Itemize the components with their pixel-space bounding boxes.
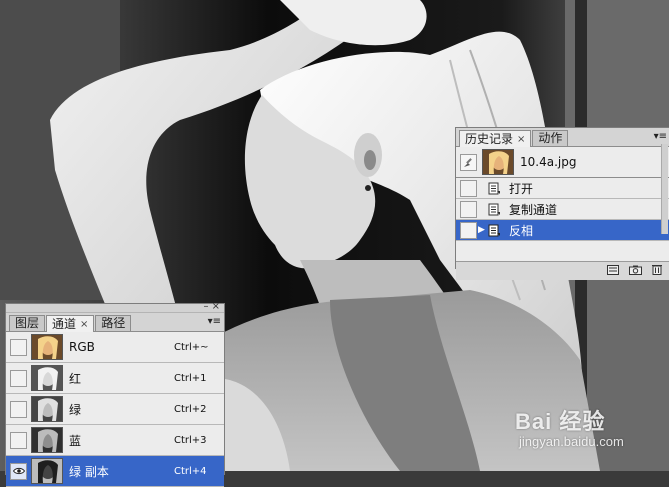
- tab-history[interactable]: 历史记录 ×: [459, 130, 532, 147]
- history-step-label: 反相: [509, 223, 534, 238]
- channel-thumbnail: [31, 334, 63, 360]
- tab-paths-label: 路径: [101, 316, 126, 330]
- panel-collapse-icon[interactable]: – ×: [203, 302, 220, 312]
- channels-tabbar: 图层 通道 × 路径 ▾≡: [6, 313, 224, 332]
- visibility-toggle[interactable]: [10, 462, 27, 480]
- close-icon[interactable]: ×: [517, 132, 525, 147]
- panel-titlebar[interactable]: – ×: [6, 302, 224, 313]
- channel-row-blue[interactable]: 蓝 Ctrl+3: [6, 425, 224, 456]
- channels-panel: – × 图层 通道 × 路径 ▾≡ RGB Ctrl+~ 红 Ctrl+1 绿 …: [5, 302, 225, 487]
- channel-shortcut: Ctrl+4: [174, 465, 207, 477]
- camera-icon[interactable]: [629, 265, 642, 278]
- channel-thumbnail: [31, 396, 63, 422]
- history-step-current[interactable]: ▶ 反相: [456, 220, 669, 241]
- panel-menu-icon[interactable]: ▾≡: [654, 131, 667, 142]
- tab-channels-label: 通道: [52, 316, 77, 331]
- channel-shortcut: Ctrl+~: [174, 341, 209, 353]
- history-brush-icon[interactable]: [460, 153, 477, 171]
- history-state-icon: [487, 223, 501, 237]
- channel-name: RGB: [69, 340, 95, 354]
- history-step[interactable]: 复制通道: [456, 199, 669, 220]
- snapshot-thumbnail: [482, 149, 514, 175]
- history-tabbar: 历史记录 × 动作 ▾≡: [456, 128, 669, 147]
- tab-layers-label: 图层: [15, 316, 40, 330]
- tab-actions-label: 动作: [538, 131, 563, 145]
- channel-thumbnail: [31, 427, 63, 453]
- history-state-icon: [487, 181, 501, 195]
- tab-layers[interactable]: 图层: [9, 315, 46, 331]
- channel-name: 蓝: [69, 433, 82, 448]
- channel-row-red[interactable]: 红 Ctrl+1: [6, 363, 224, 394]
- trash-icon[interactable]: [652, 264, 662, 278]
- tab-paths[interactable]: 路径: [95, 315, 132, 331]
- channel-thumbnail: [31, 365, 63, 391]
- channel-row-green-copy[interactable]: 绿 副本 Ctrl+4: [6, 456, 224, 487]
- channel-shortcut: Ctrl+2: [174, 403, 207, 415]
- history-step-label: 复制通道: [509, 202, 558, 217]
- history-state-icon: [487, 202, 501, 216]
- history-step-label: 打开: [509, 181, 534, 196]
- channel-shortcut: Ctrl+3: [174, 434, 207, 446]
- close-icon[interactable]: ×: [80, 317, 88, 332]
- tab-channels[interactable]: 通道 ×: [46, 315, 95, 332]
- history-step-checkbox[interactable]: [460, 221, 477, 239]
- history-empty-area: [456, 241, 669, 261]
- history-footer: [456, 261, 669, 280]
- eye-icon: [12, 467, 25, 475]
- watermark-logo: Bai 经验: [515, 409, 606, 434]
- channel-name: 红: [69, 371, 82, 386]
- channel-name: 绿: [69, 402, 82, 417]
- watermark-url: jingyan.baidu.com: [519, 434, 624, 449]
- history-step-checkbox[interactable]: [460, 200, 477, 218]
- visibility-toggle[interactable]: [10, 338, 27, 356]
- visibility-toggle[interactable]: [10, 400, 27, 418]
- tab-history-label: 历史记录: [465, 131, 514, 146]
- history-panel: 历史记录 × 动作 ▾≡ 10.4a.jpg 打开 复制通道 ▶ 反相: [455, 127, 669, 280]
- channel-row-green[interactable]: 绿 Ctrl+2: [6, 394, 224, 425]
- snapshot-label: 10.4a.jpg: [520, 155, 577, 169]
- history-step-checkbox[interactable]: [460, 179, 477, 197]
- panel-menu-icon[interactable]: ▾≡: [208, 316, 221, 327]
- panel-scrollbar[interactable]: [661, 144, 668, 234]
- new-document-icon[interactable]: [607, 264, 619, 278]
- channel-row-rgb[interactable]: RGB Ctrl+~: [6, 332, 224, 363]
- history-marker-icon: ▶: [478, 225, 485, 235]
- visibility-toggle[interactable]: [10, 431, 27, 449]
- channel-shortcut: Ctrl+1: [174, 372, 207, 384]
- channel-name: 绿 副本: [69, 464, 109, 479]
- channel-thumbnail: [31, 458, 63, 484]
- visibility-toggle[interactable]: [10, 369, 27, 387]
- history-snapshot[interactable]: 10.4a.jpg: [456, 147, 669, 178]
- baidu-watermark: Bai 经验 jingyan.baidu.com: [515, 404, 624, 449]
- tab-actions[interactable]: 动作: [532, 130, 569, 146]
- history-step[interactable]: 打开: [456, 178, 669, 199]
